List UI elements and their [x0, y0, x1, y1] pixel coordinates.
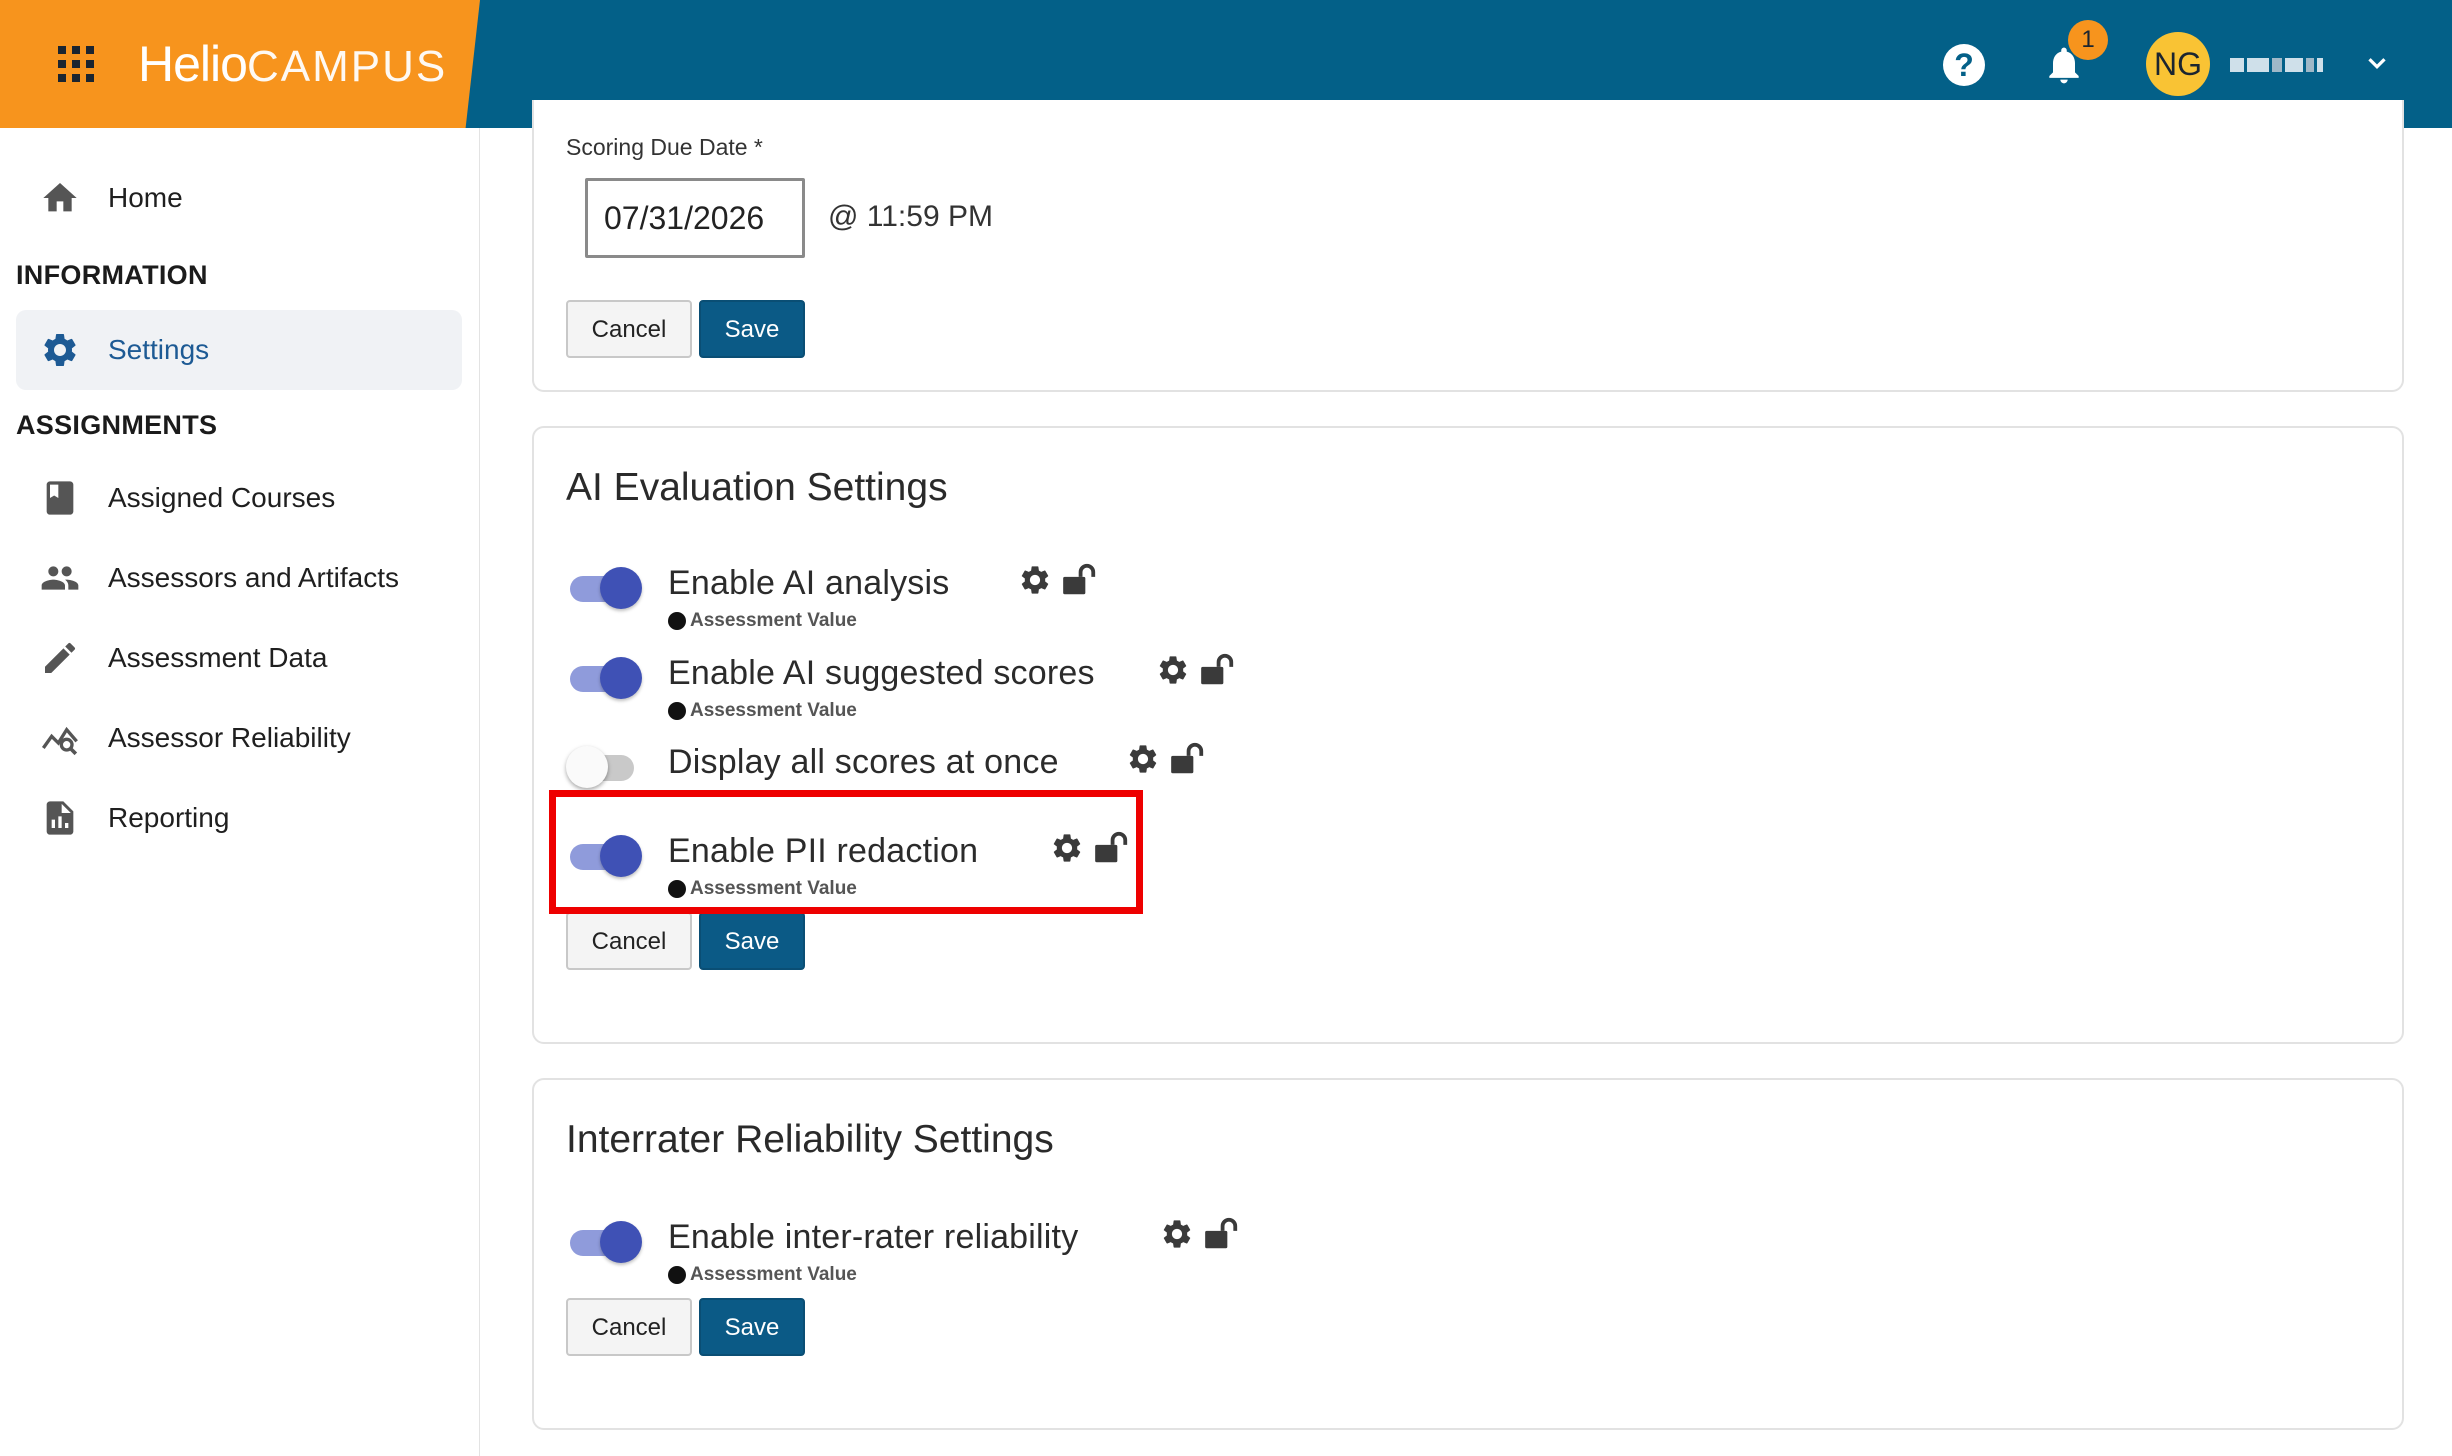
pencil-icon	[45, 642, 76, 673]
sidebar-item-label: Reporting	[108, 802, 230, 833]
sidebar-item-reporting[interactable]: Reporting	[16, 778, 462, 858]
unlock-icon[interactable]	[1198, 651, 1236, 689]
chart-search-icon	[41, 726, 78, 756]
setting-label: Enable inter-rater reliability	[668, 1218, 1079, 1256]
enable-ai-suggested-scores-toggle[interactable]	[566, 654, 642, 699]
unlock-icon[interactable]	[1202, 1215, 1240, 1253]
section-heading-assignments: ASSIGNMENTS	[16, 410, 218, 440]
sidebar-item-label: Home	[108, 182, 183, 213]
setting-enable-ai-analysis: Enable AI analysis Assessment Value	[566, 558, 1466, 638]
setting-label: Enable AI suggested scores	[668, 654, 1095, 692]
gear-icon[interactable]	[1126, 742, 1160, 776]
setting-source: Assessment Value	[668, 700, 857, 722]
enable-inter-rater-reliability-toggle[interactable]	[566, 1218, 642, 1263]
username-obscured[interactable]	[2230, 54, 2340, 76]
setting-icons	[1018, 558, 1098, 602]
ai-settings-save-button[interactable]: Save	[699, 912, 805, 970]
irr-settings-cancel-button[interactable]: Cancel	[566, 1298, 692, 1356]
setting-icons	[1126, 737, 1206, 781]
due-date-card	[532, 100, 2404, 392]
setting-enable-inter-rater-reliability: Enable inter-rater reliability Assessmen…	[566, 1212, 1466, 1292]
setting-source: Assessment Value	[668, 610, 857, 632]
logo-primary: Helio	[138, 36, 248, 92]
scoring-due-date-input[interactable]: 07/31/2026	[585, 178, 805, 258]
sidebar-item-assessor-reliability[interactable]: Assessor Reliability	[16, 698, 462, 778]
setting-enable-ai-suggested-scores: Enable AI suggested scores Assessment Va…	[566, 648, 1466, 728]
section-heading-information: INFORMATION	[16, 260, 208, 290]
gear-icon[interactable]	[1160, 1217, 1194, 1251]
sidebar-item-label: Assessors and Artifacts	[108, 562, 400, 593]
apps-grid-icon[interactable]	[58, 46, 94, 82]
setting-label: Display all scores at once	[668, 743, 1059, 781]
sidebar-item-home[interactable]: Home	[16, 158, 462, 238]
sidebar-item-assessors-artifacts[interactable]: Assessors and Artifacts	[16, 538, 462, 618]
gear-icon[interactable]	[1018, 563, 1052, 597]
due-date-save-button[interactable]: Save	[699, 300, 805, 358]
unlock-icon[interactable]	[1060, 561, 1098, 599]
scoring-due-date-label: Scoring Due Date *	[566, 134, 763, 160]
people-icon	[41, 566, 79, 590]
gear-icon[interactable]	[1156, 653, 1190, 687]
setting-source: Assessment Value	[668, 1264, 857, 1286]
ai-evaluation-settings-card: AI Evaluation Settings Enable AI analysi…	[532, 426, 2404, 1044]
notification-badge: 1	[2068, 20, 2108, 60]
setting-icons	[1156, 648, 1236, 692]
sidebar-item-label: Assessor Reliability	[108, 722, 351, 753]
sidebar-item-assessment-data[interactable]: Assessment Data	[16, 618, 462, 698]
setting-label: Enable AI analysis	[668, 564, 950, 602]
book-icon	[46, 481, 74, 515]
home-icon	[43, 183, 77, 212]
sidebar-item-label: Settings	[108, 334, 210, 365]
ai-settings-cancel-button[interactable]: Cancel	[566, 912, 692, 970]
sidebar-item-settings[interactable]: Settings	[16, 310, 462, 390]
help-icon[interactable]: ?	[1943, 44, 1985, 86]
sidebar: Home INFORMATION Settings ASSIGNMENTS As…	[0, 128, 480, 1456]
highlight-box	[549, 790, 1143, 914]
enable-ai-analysis-toggle[interactable]	[566, 564, 642, 609]
chevron-down-icon[interactable]	[2362, 48, 2392, 78]
card-title: AI Evaluation Settings	[566, 466, 948, 509]
sidebar-item-label: Assessment Data	[108, 642, 328, 673]
helio-campus-logo[interactable]: HelioCAMPUS	[138, 34, 447, 97]
report-icon	[46, 801, 74, 835]
sidebar-item-label: Assigned Courses	[108, 482, 336, 513]
sidebar-item-assigned-courses[interactable]: Assigned Courses	[16, 458, 462, 538]
setting-icons	[1160, 1212, 1240, 1256]
irr-settings-save-button[interactable]: Save	[699, 1298, 805, 1356]
due-time-text: @ 11:59 PM	[828, 200, 993, 233]
unlock-icon[interactable]	[1168, 740, 1206, 778]
due-date-cancel-button[interactable]: Cancel	[566, 300, 692, 358]
interrater-reliability-settings-card: Interrater Reliability Settings Enable i…	[532, 1078, 2404, 1430]
logo-secondary: CAMPUS	[246, 42, 448, 91]
card-title: Interrater Reliability Settings	[566, 1118, 1054, 1161]
avatar[interactable]: NG	[2146, 32, 2210, 96]
gear-icon	[44, 334, 76, 366]
display-all-scores-toggle[interactable]	[566, 743, 642, 788]
